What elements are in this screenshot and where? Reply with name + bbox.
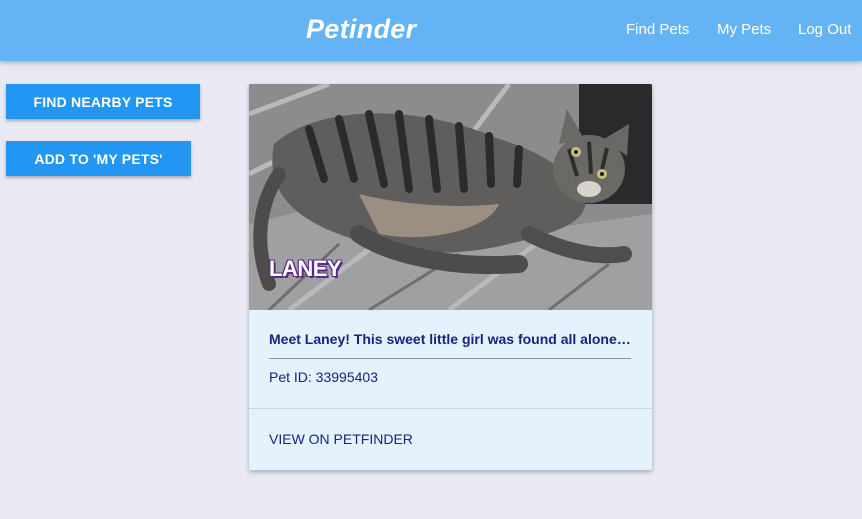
- view-on-petfinder-link[interactable]: VIEW ON PETFINDER: [269, 431, 413, 447]
- pet-card: LANEY Meet Laney! This sweet little girl…: [249, 84, 652, 470]
- pet-description: Meet Laney! This sweet little girl was f…: [269, 331, 631, 347]
- top-app-bar: Petinder Find Pets My Pets Log Out: [0, 0, 862, 61]
- add-to-my-pets-button[interactable]: ADD TO 'MY PETS': [6, 141, 191, 176]
- nav-find-pets[interactable]: Find Pets: [626, 21, 689, 38]
- pet-photo[interactable]: LANEY: [249, 84, 652, 310]
- card-actions-divider: [249, 408, 652, 409]
- nav-log-out[interactable]: Log Out: [798, 21, 851, 38]
- pet-id: Pet ID: 33995403: [269, 369, 378, 385]
- nav-my-pets[interactable]: My Pets: [717, 21, 771, 38]
- brand-logo[interactable]: Petinder: [306, 14, 416, 45]
- pet-name-overlay: LANEY: [269, 256, 342, 281]
- description-divider: [269, 358, 631, 359]
- find-nearby-pets-button[interactable]: FIND NEARBY PETS: [6, 84, 200, 119]
